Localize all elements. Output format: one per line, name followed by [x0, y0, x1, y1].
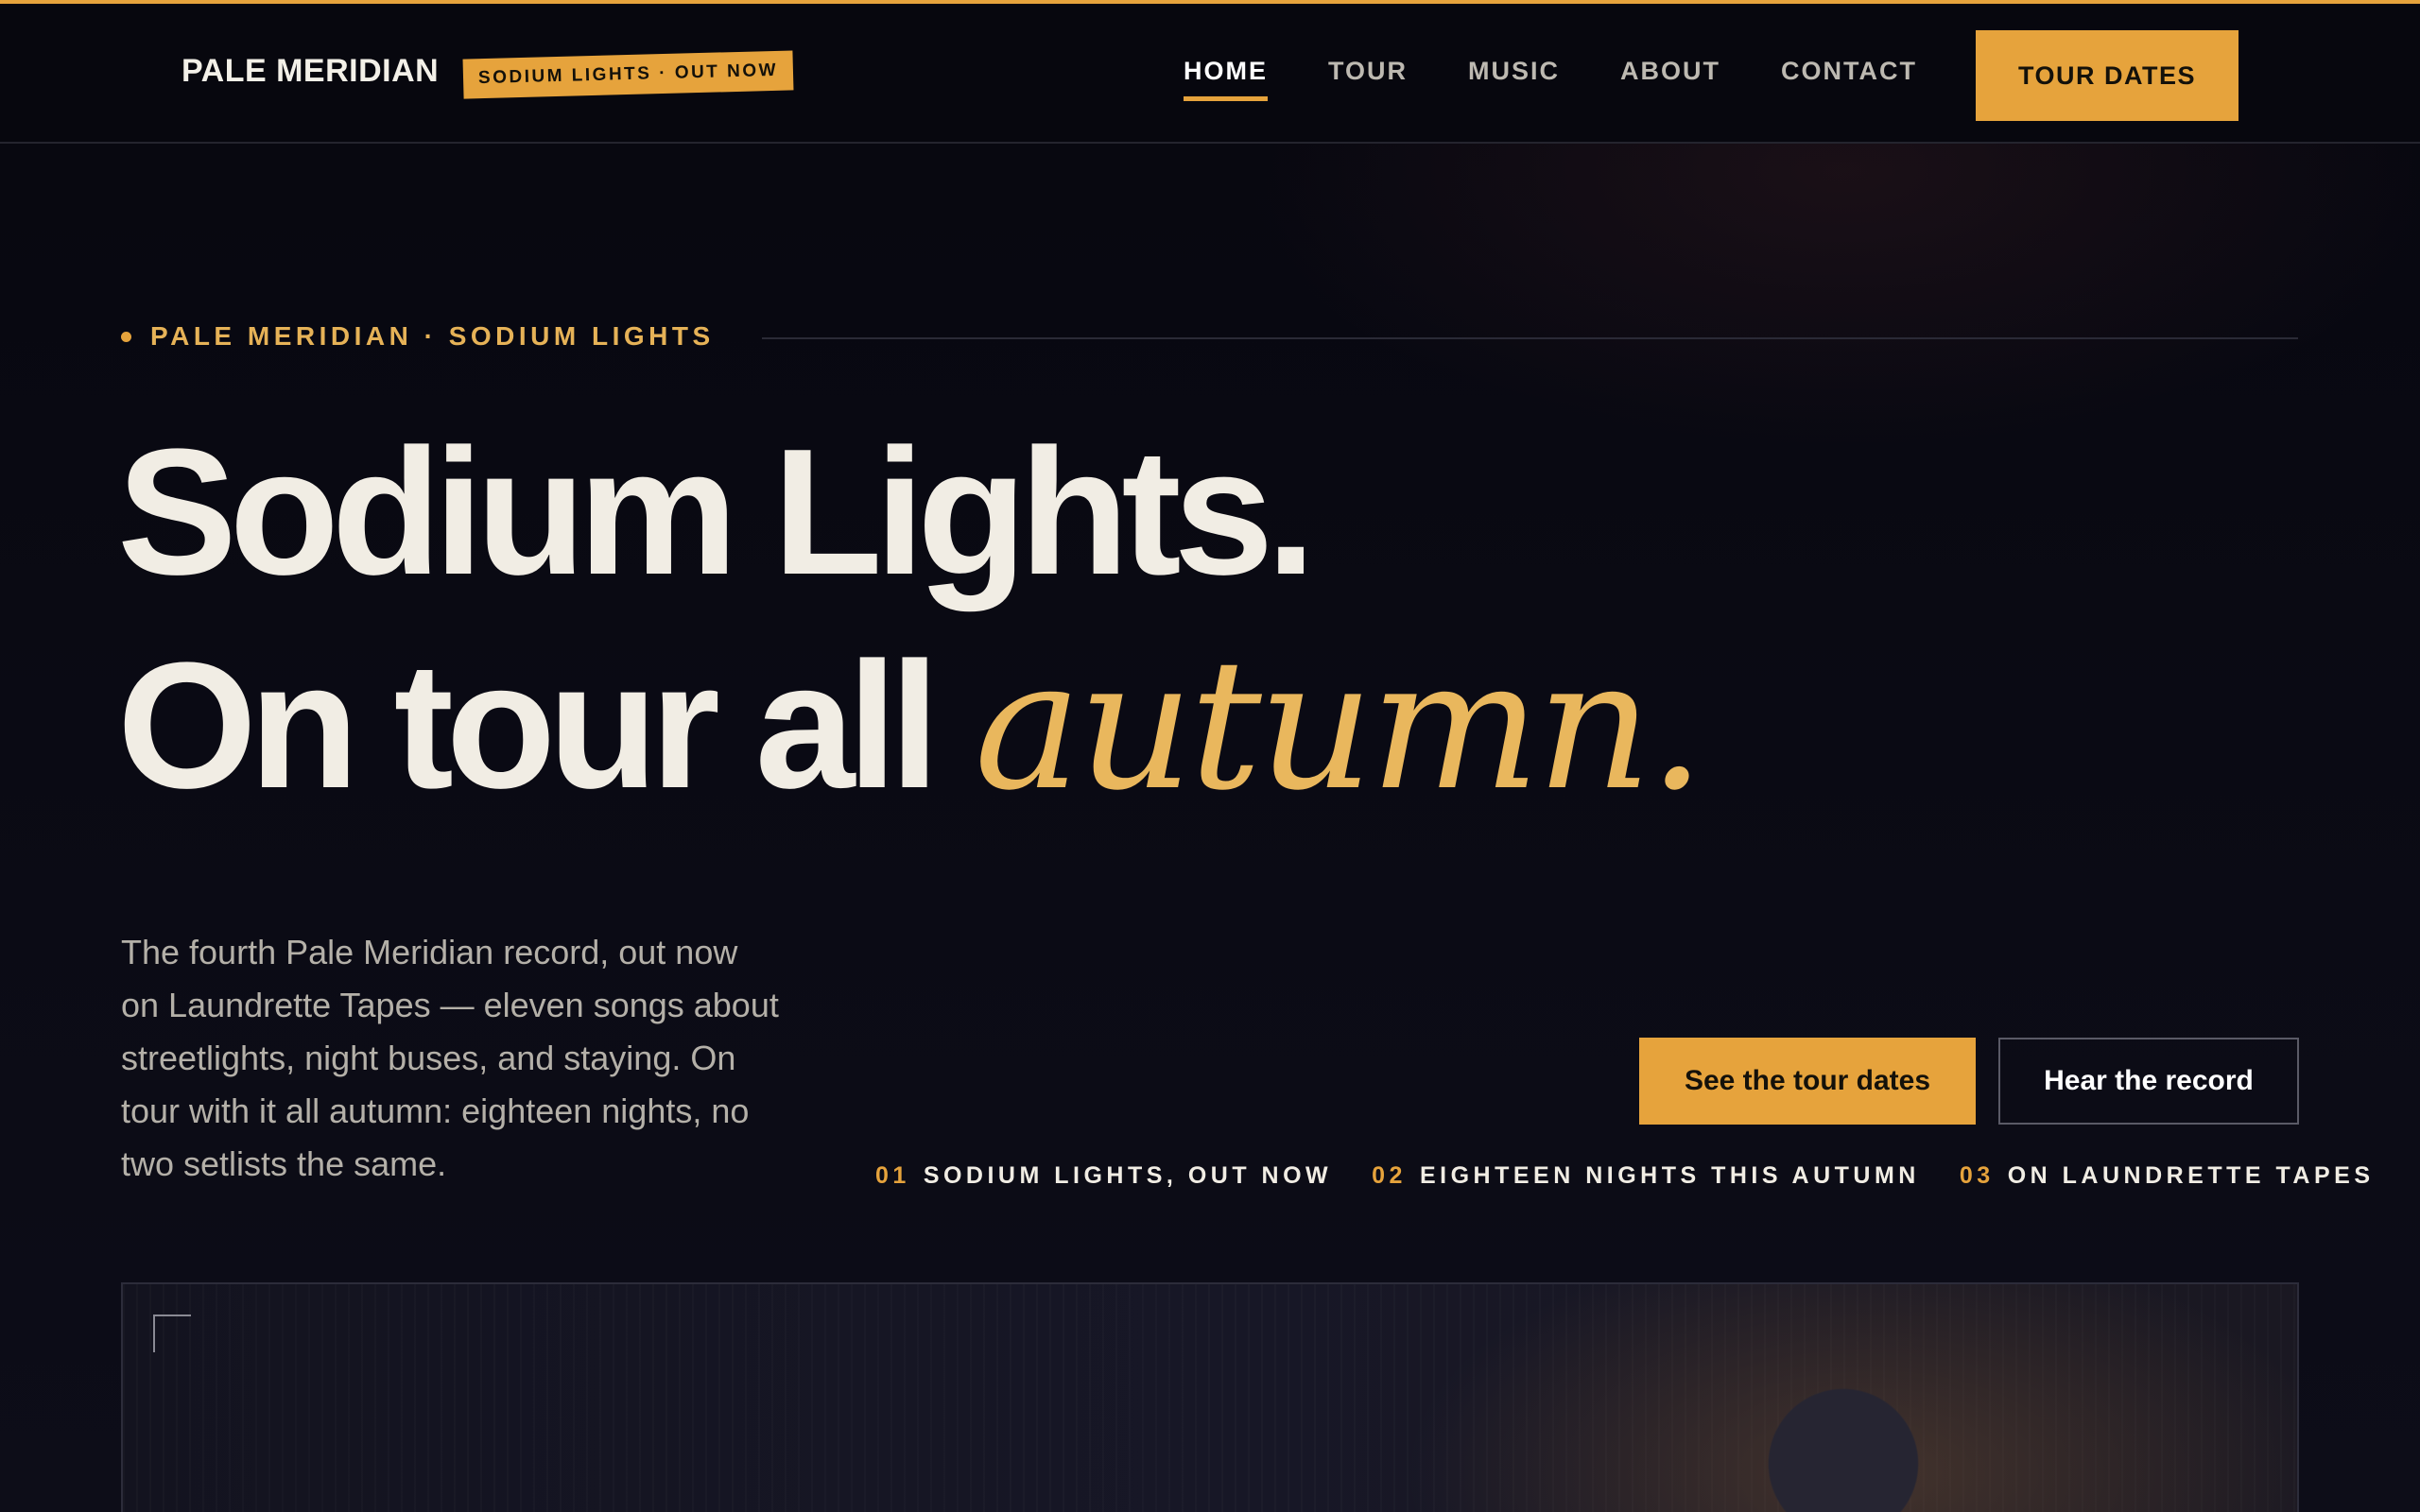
headline-accent: autumn. [974, 621, 1705, 830]
hero-headline: Sodium Lights. On tour all autumn. [117, 406, 1705, 833]
nav-contact[interactable]: CONTACT [1781, 57, 1917, 104]
hear-record-button[interactable]: Hear the record [1998, 1038, 2299, 1125]
tour-dates-button[interactable]: TOUR DATES [1976, 30, 2238, 121]
hero-actions: See the tour dates Hear the record [1639, 1038, 2299, 1125]
nav-about[interactable]: ABOUT [1620, 57, 1720, 104]
hero-eyebrow: PALE MERIDIAN · SODIUM LIGHTS [121, 321, 715, 352]
release-badge: SODIUM LIGHTS · OUT NOW [462, 50, 794, 99]
headline-line-2: On tour all [117, 626, 940, 826]
headline-line-1: Sodium Lights. [117, 412, 1316, 612]
fact-item: 02 EIGHTEEN NIGHTS THIS AUTUMN [1372, 1162, 1920, 1190]
brand-logo[interactable]: PALE MERIDIAN [182, 53, 439, 90]
see-tour-dates-button[interactable]: See the tour dates [1639, 1038, 1976, 1125]
hero-intro: The fourth Pale Meridian record, out now… [121, 933, 779, 1183]
main-nav: HOME TOUR MUSIC ABOUT CONTACT [1184, 57, 1978, 104]
eyebrow-dot-icon [121, 331, 131, 342]
fact-text: EIGHTEEN NIGHTS THIS AUTUMN [1419, 1162, 1920, 1189]
nav-tour[interactable]: TOUR [1328, 57, 1408, 104]
eyebrow-text: PALE MERIDIAN · SODIUM LIGHTS [150, 321, 715, 351]
fact-item: 03 ON LAUNDRETTE TAPES [1960, 1162, 2375, 1190]
fact-item: 01 SODIUM LIGHTS, OUT NOW [875, 1162, 1332, 1190]
fact-text: SODIUM LIGHTS, OUT NOW [923, 1162, 1333, 1189]
hero-media-frame [121, 1282, 2299, 1512]
nav-music[interactable]: MUSIC [1468, 57, 1560, 104]
fact-number: 01 [875, 1162, 910, 1189]
eyebrow-divider [762, 337, 2298, 339]
nav-home[interactable]: HOME [1184, 57, 1268, 104]
hero-facts: 01 SODIUM LIGHTS, OUT NOW 02 EIGHTEEN NIGH… [875, 1162, 2375, 1190]
fact-text: ON LAUNDRETTE TAPES [2007, 1162, 2375, 1189]
frame-corner-mark [153, 1314, 191, 1352]
fact-number: 03 [1959, 1162, 1995, 1189]
site-header: PALE MERIDIAN SODIUM LIGHTS · OUT NOW HO… [0, 0, 2420, 144]
fact-number: 02 [1372, 1162, 1407, 1189]
